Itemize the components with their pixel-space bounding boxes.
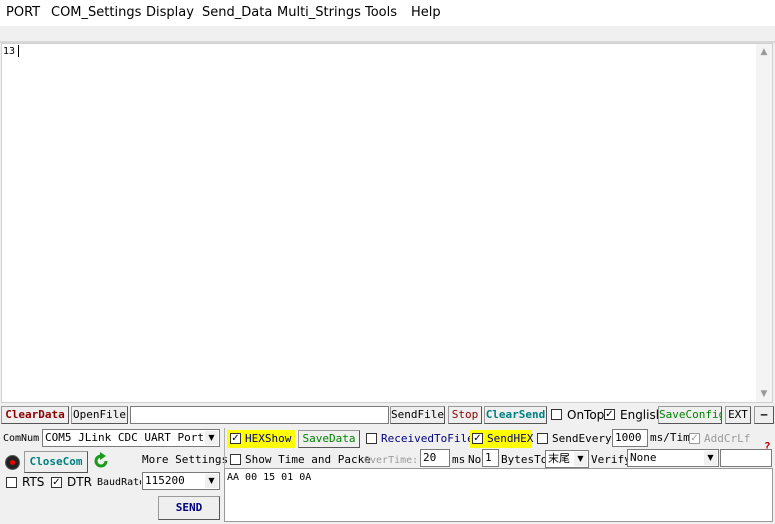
com-port-value: COM5 JLink CDC UART Port [45,431,204,444]
verify-result-field [720,449,772,467]
close-com-button[interactable]: CloseCom [24,451,88,473]
show-time-checkbox[interactable] [230,454,241,465]
menu-com-settings[interactable]: COM_Settings [51,5,141,20]
rts-label: RTS [22,475,45,489]
save-data-button[interactable]: SaveData [298,430,360,448]
stop-button[interactable]: Stop [448,406,482,424]
received-to-file-label: ReceivedToFile [381,432,474,445]
scroll-up-icon[interactable]: ▲ [756,44,772,60]
on-top-checkbox[interactable] [551,409,562,420]
tail-value: 末尾 [548,452,570,465]
com-port-select[interactable]: COM5 JLink CDC UART Port ▼ [42,429,220,447]
overtime-label: OverTime: [364,455,419,466]
port-status-icon [5,455,20,470]
menu-bar: PORT COM_Settings Display Send_Data Mult… [0,0,775,26]
chevron-down-icon[interactable]: ▼ [574,452,587,466]
vertical-scrollbar[interactable]: ▲ ▼ [756,44,772,402]
baud-rate-select[interactable]: 115200 ▼ [142,472,220,490]
file-path-field[interactable] [130,406,389,424]
menu-multi-strings[interactable]: Multi_Strings [277,5,361,20]
baud-rate-label: BaudRate [97,477,141,488]
send-every-label: SendEvery: [552,432,619,445]
receive-text-wrap: 13 [3,45,20,57]
clear-data-button[interactable]: ClearData [1,406,69,424]
tail-select[interactable]: 末尾 ▼ [545,450,589,468]
menu-display[interactable]: Display [146,5,194,20]
verify-select[interactable]: None ▼ [627,449,719,467]
menu-port[interactable]: PORT [6,5,40,20]
open-file-button[interactable]: OpenFile [71,406,128,424]
collapse-button[interactable]: — [754,406,774,424]
interval-unit-label: ms/Tim [650,431,690,444]
add-crlf-label: AddCrLf [704,432,751,445]
verify-value: None [630,451,657,464]
receive-text: 13 [3,46,16,57]
send-every-checkbox[interactable] [537,433,548,444]
bytes-field[interactable]: 1 [482,449,499,467]
more-settings-label[interactable]: More Settings [142,453,228,467]
english-label: English [620,408,664,422]
show-time-label: Show Time and Packe [245,453,371,466]
scroll-down-icon[interactable]: ▼ [756,386,772,402]
send-hex-label: SendHEX [487,432,534,445]
send-file-button[interactable]: SendFile [390,406,445,424]
status-dot [10,460,15,465]
add-crlf-checkbox[interactable]: ✓ [689,433,700,444]
on-top-label: OnTop [567,408,605,422]
english-checkbox[interactable]: ✓ [604,409,615,420]
menu-tools[interactable]: Tools [365,5,397,20]
text-caret [18,45,20,57]
overtime-field[interactable]: 20 [420,449,450,467]
send-text: AA 00 15 01 0A [227,472,312,483]
dtr-checkbox[interactable]: ✓ [51,477,62,488]
ext-button[interactable]: EXT [725,406,751,424]
dtr-label: DTR [67,475,92,489]
save-config-button[interactable]: SaveConfig [658,406,722,424]
send-button[interactable]: SEND [158,496,220,520]
clear-send-button[interactable]: ClearSend [484,406,547,424]
ms-label: ms [452,453,466,466]
received-to-file-checkbox[interactable] [366,433,377,444]
refresh-icon[interactable] [92,452,110,470]
menu-help[interactable]: Help [411,5,441,20]
bytes-to-label: BytesTo [501,453,548,466]
receive-area[interactable]: 13 ▲ ▼ [1,43,773,403]
no-label: No [468,453,482,466]
com-num-label: ComNum [3,433,40,444]
interval-field[interactable]: 1000 [612,429,648,447]
baud-rate-value: 115200 [145,474,185,487]
menu-send-data[interactable]: Send_Data [202,5,272,20]
chevron-down-icon[interactable]: ▼ [205,474,218,488]
send-text-area[interactable]: AA 00 15 01 0A [224,468,773,522]
verify-label: Verify [591,453,631,466]
hex-show-label: HEXShow [245,432,292,445]
chevron-down-icon[interactable]: ▼ [704,451,717,465]
send-hex-checkbox[interactable]: ✓ [472,433,483,444]
rts-checkbox[interactable] [6,477,17,488]
hex-show-checkbox[interactable]: ✓ [230,433,241,444]
chevron-down-icon[interactable]: ▼ [205,431,218,445]
